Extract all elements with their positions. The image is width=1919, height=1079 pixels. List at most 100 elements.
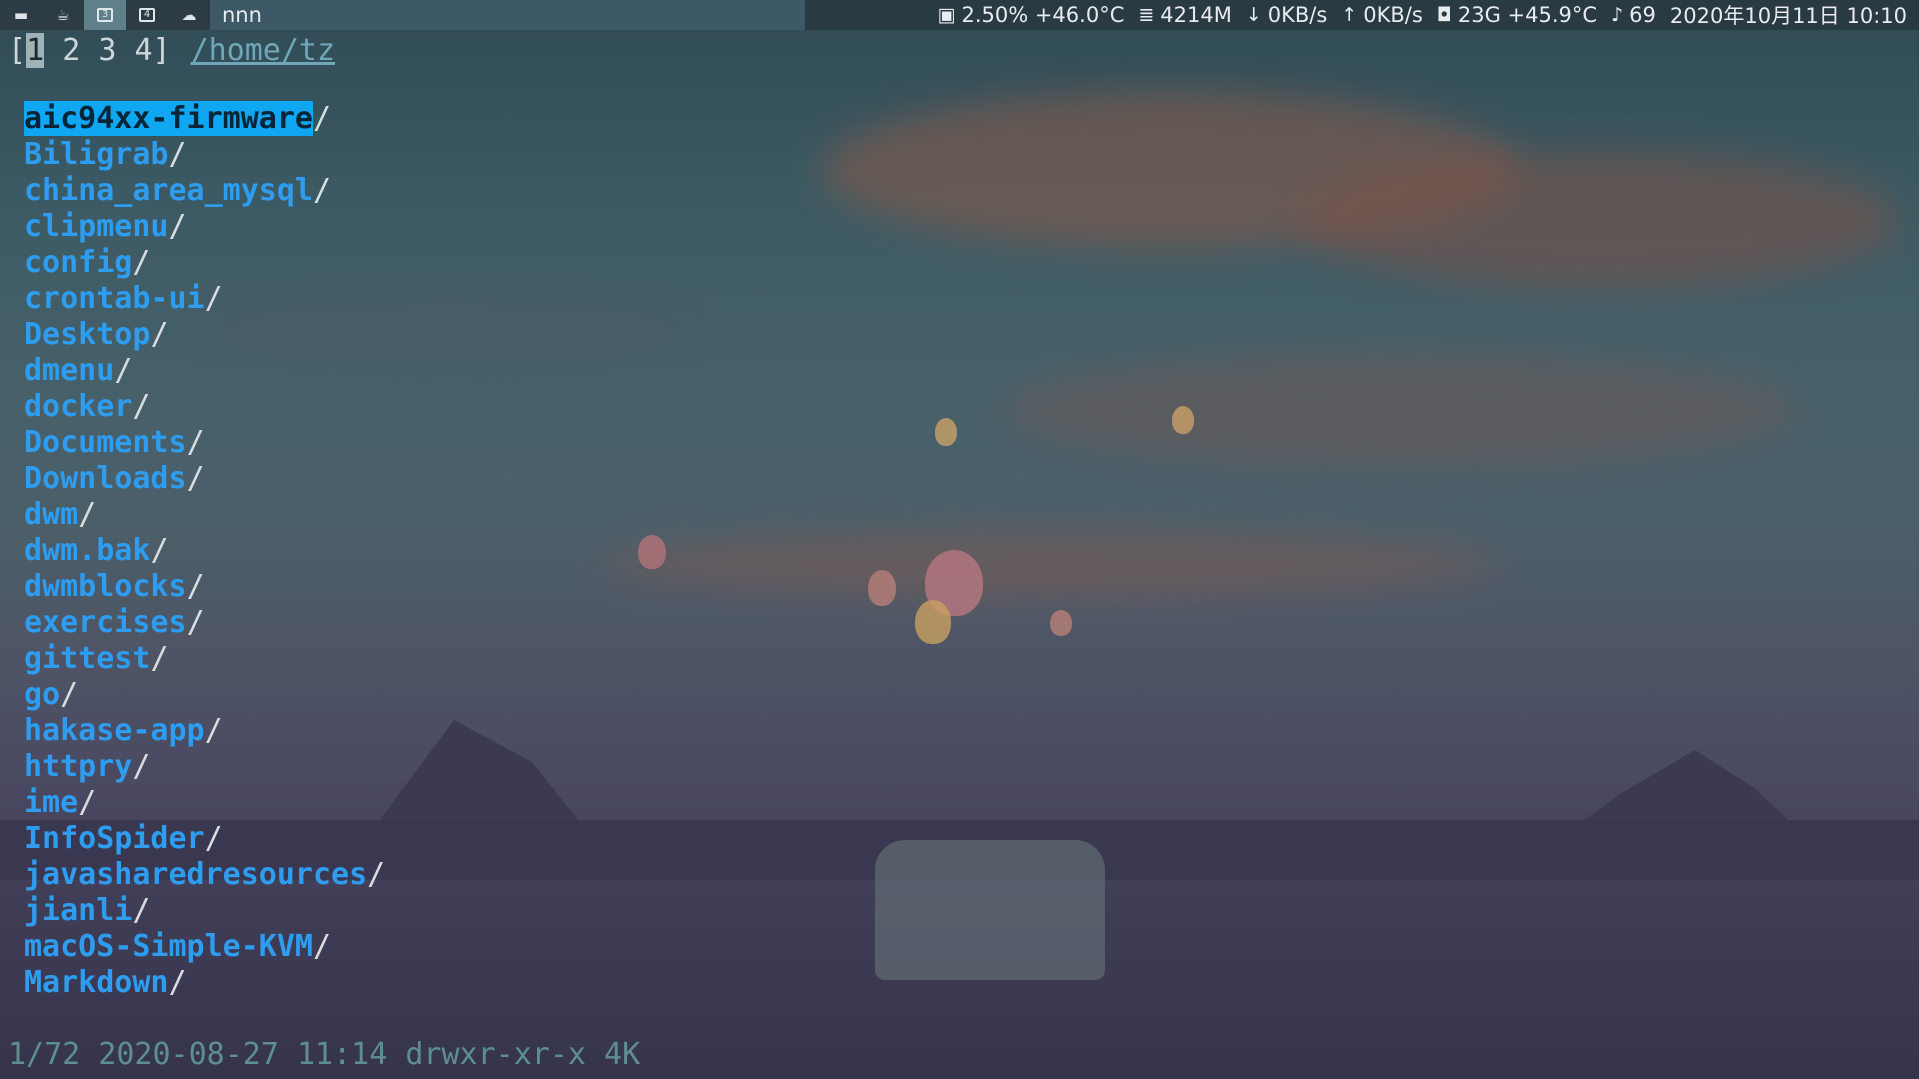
file-list-item[interactable]: china_area_mysql/ [24,173,385,209]
context-bar: [1 2 3 4]/home/tz [8,33,336,68]
mem-status: ≣ 4214M [1138,3,1231,27]
directory-name: gittest [24,641,151,676]
file-list-item[interactable]: clipmenu/ [24,209,385,245]
context-2[interactable]: 2 [62,33,80,68]
tag-coffee[interactable]: ☕ [42,0,84,30]
directory-name: Downloads [24,461,187,496]
directory-name: china_area_mysql [24,173,313,208]
arrow-up-icon: ↑ [1341,4,1358,26]
download-status: ↓ 0KB/s [1246,3,1327,27]
directory-suffix: / [186,425,205,460]
file-list-item[interactable]: httpry/ [24,749,385,785]
file-list-item[interactable]: exercises/ [24,605,385,641]
directory-suffix: / [204,281,223,316]
directory-name: dwm [24,497,79,532]
down-text: 0KB/s [1267,3,1328,27]
file-list-item[interactable]: macOS-Simple-KVM/ [24,929,385,965]
cpu-icon: ▣ [937,4,956,26]
disk-text: 23G +45.9°C [1457,3,1598,27]
directory-suffix: / [312,173,332,208]
directory-suffix: / [204,821,223,856]
directory-suffix: / [78,497,97,532]
directory-name: Documents [24,425,187,460]
context-4[interactable]: 4 [134,33,152,68]
file-list-item[interactable]: javasharedresources/ [24,857,385,893]
directory-suffix: / [204,713,223,748]
directory-suffix: / [168,137,187,172]
file-list-item[interactable]: ime/ [24,785,385,821]
cloud-icon: ☁ [181,6,197,24]
notification-status[interactable]: ♪ 69 [1611,3,1656,27]
directory-name: go [24,677,61,712]
file-list-item[interactable]: go/ [24,677,385,713]
context-1[interactable]: 1 [26,33,45,68]
window-title-text: nnn [222,3,262,27]
file-list-item[interactable]: dwm/ [24,497,385,533]
upload-status: ↑ 0KB/s [1341,3,1422,27]
directory-suffix: / [132,893,151,928]
nnn-terminal[interactable]: [1 2 3 4]/home/tz aic94xx-firmware/Bilig… [0,30,1919,1079]
directory-name: Markdown [24,965,169,1000]
database-icon: ≣ [1138,4,1155,26]
directory-name: dmenu [24,353,115,388]
directory-suffix: / [150,533,169,568]
disk-icon: ◘ [1436,4,1452,26]
cpu-status: ▣ 2.50% +46.0°C [938,3,1125,27]
tag-3[interactable]: 3 [84,0,126,30]
directory-name: jianli [24,893,133,928]
file-list-item[interactable]: hakase-app/ [24,713,385,749]
directory-suffix: / [132,389,151,424]
file-list-item[interactable]: Downloads/ [24,461,385,497]
file-list-item[interactable]: Desktop/ [24,317,385,353]
file-list-item[interactable]: Markdown/ [24,965,385,1001]
directory-name: clipmenu [24,209,169,244]
directory-name: InfoSpider [24,821,205,856]
directory-suffix: / [150,641,169,676]
disk-status: ◘ 23G +45.9°C [1437,3,1597,27]
status-bar: ▣ 2.50% +46.0°C ≣ 4214M ↓ 0KB/s ↑ 0KB/s ◘ 23G… [805,0,1919,30]
tag-4-icon: 4 [139,8,155,22]
file-list-item[interactable]: dwm.bak/ [24,533,385,569]
directory-name: docker [24,389,133,424]
file-list-item[interactable]: InfoSpider/ [24,821,385,857]
file-list-item[interactable]: Documents/ [24,425,385,461]
directory-suffix: / [60,677,79,712]
directory-suffix: / [132,245,151,280]
directory-suffix: / [312,101,332,136]
directory-suffix: / [78,785,97,820]
tag-terminal[interactable]: ▬ [0,0,42,30]
file-info-statusline: 1/72 2020-08-27 11:14 drwxr-xr-x 4K [8,1037,641,1072]
current-path: /home/tz [190,33,336,68]
tag-4[interactable]: 4 [126,0,168,30]
file-list-item[interactable]: docker/ [24,389,385,425]
datetime-text: 2020年10月11日 10:10 [1669,4,1907,28]
directory-name: dwmblocks [24,569,187,604]
mem-text: 4214M [1160,3,1232,27]
file-list-item[interactable]: dmenu/ [24,353,385,389]
directory-suffix: / [186,605,205,640]
context-3[interactable]: 3 [98,33,116,68]
directory-name: macOS-Simple-KVM [24,929,313,964]
notification-count: 69 [1629,3,1656,27]
directory-name: hakase-app [24,713,205,748]
directory-suffix: / [168,965,187,1000]
directory-name: Biligrab [24,137,169,172]
coffee-icon: ☕ [56,6,70,24]
tag-cloud[interactable]: ☁ [168,0,210,30]
directory-suffix: / [186,569,205,604]
file-list-item[interactable]: dwmblocks/ [24,569,385,605]
directory-name: javasharedresources [24,857,368,892]
directory-suffix: / [168,209,187,244]
up-text: 0KB/s [1363,3,1423,27]
file-list-item[interactable]: jianli/ [24,893,385,929]
directory-suffix: / [186,461,205,496]
file-list-item[interactable]: Biligrab/ [24,137,385,173]
file-list-item[interactable]: aic94xx-firmware/ [24,101,385,137]
directory-suffix: / [150,317,169,352]
directory-name: aic94xx-firmware [24,101,313,136]
terminal-icon: ▬ [13,6,29,24]
file-list-item[interactable]: gittest/ [24,641,385,677]
file-list-item[interactable]: config/ [24,245,385,281]
file-list-item[interactable]: crontab-ui/ [24,281,385,317]
tag-3-icon: 3 [97,8,113,22]
